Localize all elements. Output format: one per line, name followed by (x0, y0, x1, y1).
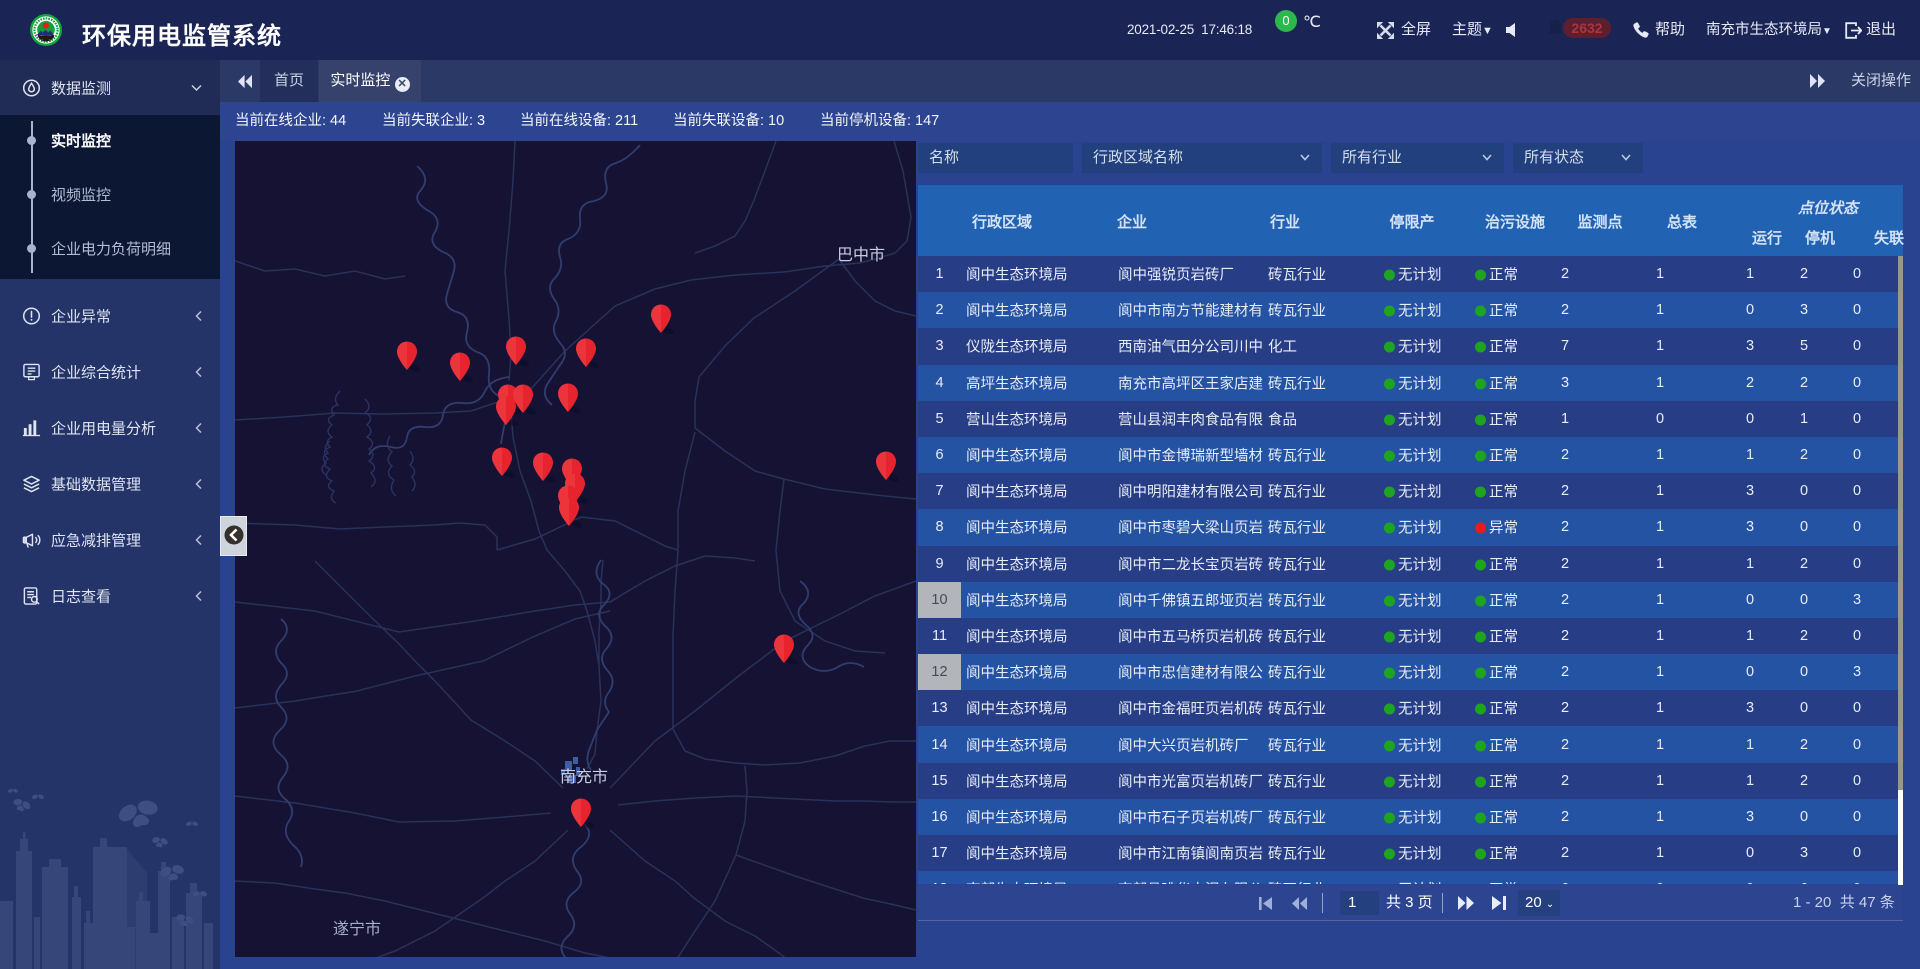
svg-text:遂宁市: 遂宁市 (333, 920, 381, 938)
svg-text:巴中市: 巴中市 (837, 246, 885, 264)
svg-text:南充市: 南充市 (560, 768, 608, 786)
